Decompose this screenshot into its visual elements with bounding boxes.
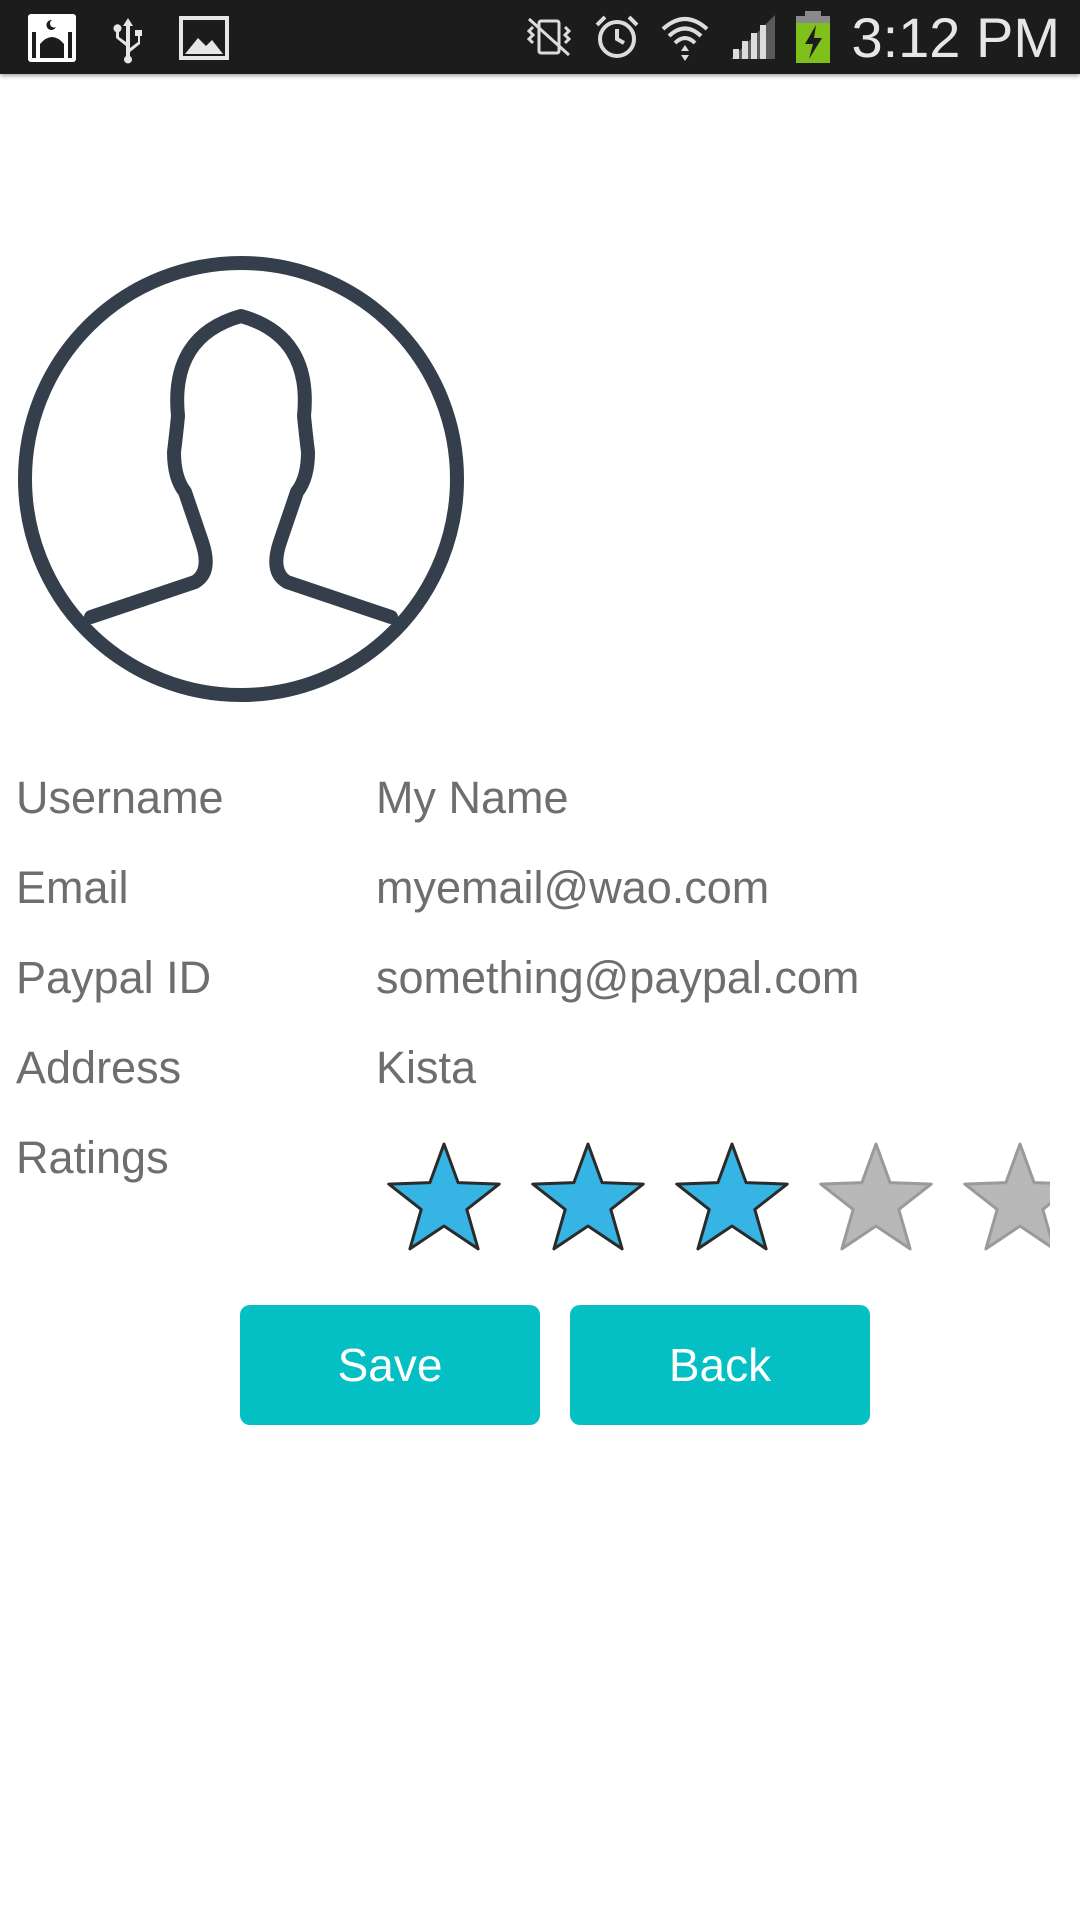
alarm-icon <box>589 9 645 65</box>
username-label: Username <box>16 772 224 823</box>
paypal-label: Paypal ID <box>16 952 212 1003</box>
email-value: myemail@wao.com <box>376 862 770 913</box>
email-label: Email <box>16 862 129 913</box>
status-bar: 3:12 PM <box>0 0 1080 74</box>
paypal-value: something@paypal.com <box>376 952 860 1003</box>
status-bar-left <box>24 10 232 66</box>
star-empty-icon[interactable] <box>960 1140 1050 1258</box>
usb-icon <box>100 10 156 66</box>
star-filled-icon[interactable] <box>528 1140 648 1258</box>
battery-charging-icon <box>793 9 833 65</box>
wifi-icon <box>657 9 713 65</box>
paypal-row: Paypal ID something@paypal.com <box>0 943 1080 1013</box>
address-label: Address <box>16 1042 182 1093</box>
star-empty-icon[interactable] <box>816 1140 936 1258</box>
vibrate-mute-icon <box>521 9 577 65</box>
email-row: Email myemail@wao.com <box>0 853 1080 923</box>
user-silhouette-icon <box>18 256 464 702</box>
username-row: Username My Name <box>0 763 1080 833</box>
username-value: My Name <box>376 772 569 823</box>
status-clock: 3:12 PM <box>851 5 1060 69</box>
address-value: Kista <box>376 1042 477 1093</box>
star-filled-icon[interactable] <box>672 1140 792 1258</box>
profile-avatar[interactable] <box>18 256 464 702</box>
status-bar-right: 3:12 PM <box>521 0 1060 74</box>
signal-icon <box>725 9 781 65</box>
back-button[interactable]: Back <box>570 1305 870 1425</box>
ratings-label: Ratings <box>16 1132 169 1183</box>
mosque-app-icon <box>24 10 80 66</box>
rating-bar[interactable] <box>384 1140 1050 1258</box>
address-row: Address Kista <box>0 1033 1080 1103</box>
image-icon <box>176 10 232 66</box>
save-button[interactable]: Save <box>240 1305 540 1425</box>
star-filled-icon[interactable] <box>384 1140 504 1258</box>
